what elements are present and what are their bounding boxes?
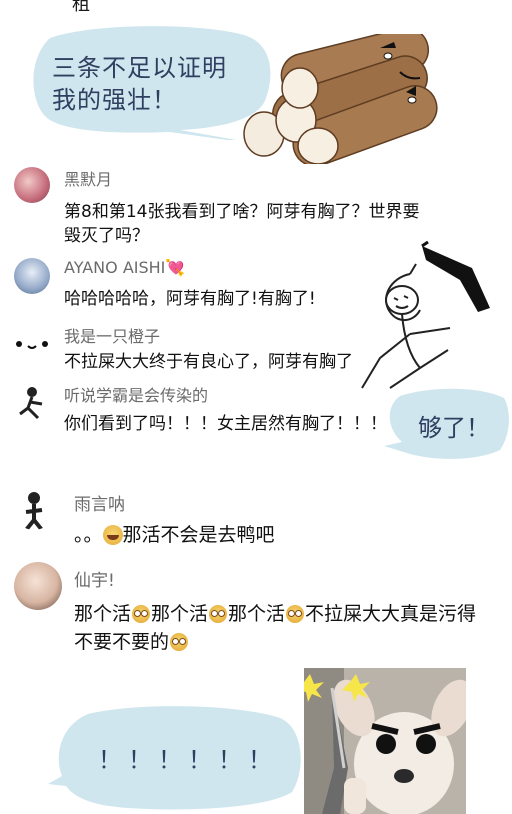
avatar[interactable] (14, 167, 50, 203)
flushed-emoji-icon (209, 605, 228, 623)
dog-with-knife-image (304, 668, 466, 814)
comment-text: 。。 那活不会是去鸭吧 (74, 524, 275, 546)
avatar[interactable] (14, 562, 62, 610)
comment-username[interactable]: 仙宇! (74, 566, 115, 591)
avatar[interactable] (14, 490, 54, 530)
flushed-emoji-icon (170, 633, 189, 651)
cute-face-icon (16, 341, 48, 349)
comment-username[interactable]: 听说学霸是会传染的 (64, 382, 208, 406)
comment-username[interactable]: 黑默月 (64, 166, 112, 190)
comment-username[interactable]: AYANO AISHI💘 (64, 258, 185, 277)
silhouette-icon (24, 492, 44, 530)
laughing-sweat-emoji-icon (102, 525, 123, 545)
speech-bubble-top-text: 三条不足以证明 我的强壮！ (52, 54, 227, 114)
avatar[interactable] (14, 258, 50, 294)
comment-text: 不拉屎大大终于有良心了，阿芽有胸了 (64, 352, 353, 372)
speech-bubble-enough-text: 够了！ (418, 414, 490, 442)
figure-icon (19, 387, 43, 420)
comment-text: 哈哈哈哈哈，阿芽有胸了!有胸了! (64, 289, 316, 309)
flushed-emoji-icon (132, 605, 151, 623)
speech-bubble-bottom-text: ！！！！！！ (98, 746, 278, 774)
flushed-emoji-icon (286, 605, 305, 623)
top-cut-text: 租 (72, 0, 90, 15)
comment-username[interactable]: 雨言呐 (74, 490, 125, 515)
comment-text: 你们看到了吗！！！女主居然有胸了！！！ (64, 414, 387, 434)
avatar[interactable] (14, 384, 50, 420)
comment-username[interactable]: 我是一只橙子 (64, 323, 160, 347)
stick-figure-knife-image (361, 240, 490, 389)
yam-sticker-image (243, 34, 438, 164)
comment-text: 那个活 那个活 那个活 不拉屎大大真是污得不要不要的 (74, 603, 477, 653)
avatar[interactable] (14, 326, 50, 362)
